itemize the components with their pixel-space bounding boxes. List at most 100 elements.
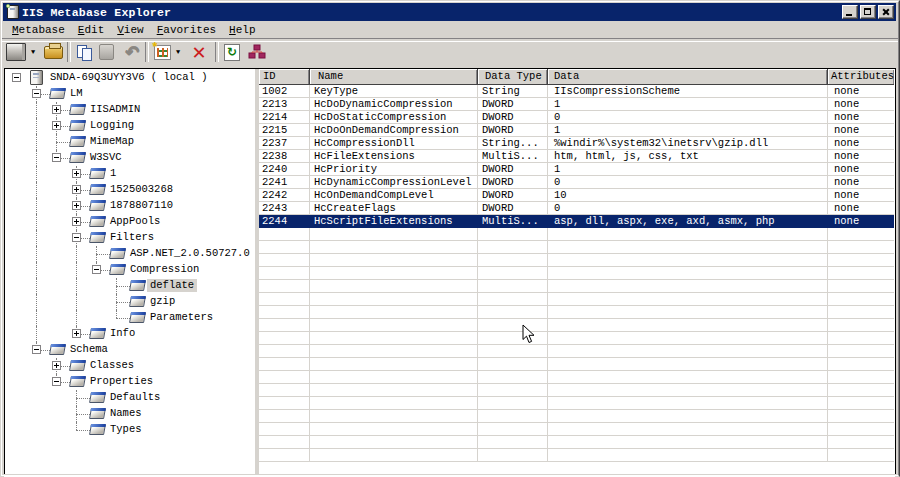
tree-node-gzip[interactable]: gzip — [5, 294, 255, 310]
cell — [310, 319, 478, 332]
expander-plus[interactable] — [52, 105, 61, 114]
key-icon — [69, 104, 86, 115]
cell — [259, 397, 310, 410]
menu-help[interactable]: Help — [229, 24, 255, 36]
table-row[interactable]: 2240HcPriorityDWORD1none — [259, 163, 894, 176]
tree-node-iisadmin[interactable]: IISADMIN — [5, 102, 255, 118]
tree-node-asp-net-2-0-50727-0[interactable]: ASP.NET_2.0.50727.0 — [5, 246, 255, 262]
tree-node-1878807110[interactable]: 1878807110 — [5, 198, 255, 214]
cell — [828, 319, 894, 332]
cell: HcDoDynamicCompression — [310, 98, 478, 111]
tree-node-logging[interactable]: Logging — [5, 118, 255, 134]
tree-node-types[interactable]: Types — [5, 422, 255, 438]
column-header-data[interactable]: Data — [548, 69, 828, 85]
table-empty-row — [259, 449, 894, 462]
column-header-attributes[interactable]: Attributes — [828, 69, 894, 85]
cell: none — [828, 176, 894, 189]
tree-node-compression[interactable]: Compression — [5, 262, 255, 278]
minimize-button[interactable] — [842, 5, 858, 19]
refresh-icon[interactable]: ↻ — [224, 44, 240, 61]
tree-node-apppools[interactable]: AppPools — [5, 214, 255, 230]
table-row[interactable]: 2215HcDoOnDemandCompressionDWORD1none — [259, 124, 894, 137]
tree-node-1[interactable]: 1 — [5, 166, 255, 182]
cell — [478, 345, 548, 358]
table-row[interactable]: 2242HcOnDemandCompLevelDWORD10none — [259, 189, 894, 202]
expander-minus[interactable] — [52, 377, 61, 386]
table-row[interactable]: 2238HcFileExtensionsMultiS...htm, html, … — [259, 150, 894, 163]
tree-node-label: MimeMap — [87, 135, 137, 148]
table-row[interactable]: 2237HcCompressionDllString...%windir%\sy… — [259, 137, 894, 150]
cell — [259, 228, 310, 241]
table-row[interactable]: 2214HcDoStaticCompressionDWORD0none — [259, 111, 894, 124]
column-header-name[interactable]: Name — [310, 69, 478, 85]
tree-node-defaults[interactable]: Defaults — [5, 390, 255, 406]
connect-server-icon[interactable] — [6, 43, 26, 61]
table-row[interactable]: 2241HcDynamicCompressionLevelDWORD0none — [259, 176, 894, 189]
new-record-dropdown-icon[interactable]: ▼ — [173, 48, 183, 56]
key-icon — [69, 152, 86, 163]
cell — [259, 293, 310, 306]
expander-plus[interactable] — [72, 217, 81, 226]
cell — [478, 436, 548, 449]
tree-node-parameters[interactable]: Parameters — [5, 310, 255, 326]
key-icon — [69, 136, 86, 147]
undo-icon[interactable]: ↶ — [123, 42, 141, 62]
tree-node-1525003268[interactable]: 1525003268 — [5, 182, 255, 198]
key-icon — [69, 360, 86, 371]
cell: HcCreateFlags — [310, 202, 478, 215]
menu-view[interactable]: View — [117, 24, 143, 36]
cell — [548, 293, 828, 306]
expander-minus[interactable] — [32, 89, 41, 98]
table-row[interactable]: 2243HcCreateFlagsDWORD0none — [259, 202, 894, 215]
tree-node-info[interactable]: Info — [5, 326, 255, 342]
cell — [828, 384, 894, 397]
tree-node-deflate[interactable]: deflate — [5, 278, 255, 294]
expander-minus[interactable] — [72, 233, 81, 242]
tree-node-label: Properties — [87, 375, 156, 388]
expander-minus[interactable] — [52, 153, 61, 162]
tree-node-properties[interactable]: Properties — [5, 374, 255, 390]
expander-plus[interactable] — [72, 329, 81, 338]
tree-node-schema[interactable]: Schema — [5, 342, 255, 358]
maximize-button[interactable] — [860, 5, 876, 19]
paste-icon[interactable] — [99, 44, 114, 60]
tree-node-snda-69q3uyy3v6-local-[interactable]: SNDA-69Q3UYY3V6 ( local ) — [5, 70, 255, 86]
table-row[interactable]: 2213HcDoDynamicCompressionDWORD1none — [259, 98, 894, 111]
cell: none — [828, 189, 894, 202]
tree-node-mimemap[interactable]: MimeMap — [5, 134, 255, 150]
tree-node-lm[interactable]: LM — [5, 86, 255, 102]
cell — [310, 254, 478, 267]
connect-dropdown-icon[interactable]: ▼ — [28, 48, 38, 56]
cell — [259, 280, 310, 293]
new-record-icon[interactable] — [154, 45, 171, 60]
close-button[interactable] — [878, 5, 894, 19]
expander-plus[interactable] — [72, 185, 81, 194]
menu-favorites[interactable]: Favorites — [157, 24, 216, 36]
tree-view-icon[interactable] — [248, 44, 266, 61]
export-icon[interactable] — [44, 46, 63, 59]
table-row[interactable]: 1002KeyTypeStringIIsCompressionSchemenon… — [259, 85, 894, 98]
menu-edit[interactable]: Edit — [78, 24, 104, 36]
table-row[interactable]: 2244HcScriptFileExtensionsMultiS...asp, … — [259, 215, 894, 228]
tree-node-w3svc[interactable]: W3SVC — [5, 150, 255, 166]
expander-plus[interactable] — [72, 169, 81, 178]
key-icon — [89, 216, 106, 227]
tree-node-classes[interactable]: Classes — [5, 358, 255, 374]
expander-minus[interactable] — [12, 73, 21, 82]
expander-minus[interactable] — [32, 345, 41, 354]
column-header-id[interactable]: ID — [259, 69, 310, 85]
delete-icon[interactable]: ✕ — [187, 42, 211, 63]
cell: 1 — [548, 124, 828, 137]
copy-icon[interactable] — [76, 44, 93, 61]
expander-plus[interactable] — [52, 361, 61, 370]
expander-minus[interactable] — [92, 265, 101, 274]
expander-plus[interactable] — [52, 121, 61, 130]
menu-metabase[interactable]: Metabase — [12, 24, 65, 36]
cell — [828, 345, 894, 358]
expander-plus[interactable] — [72, 201, 81, 210]
window-title: IIS Metabase Explorer — [22, 6, 171, 19]
column-header-data-type[interactable]: Data Type — [478, 69, 548, 85]
tree-node-names[interactable]: Names — [5, 406, 255, 422]
tree-node-filters[interactable]: Filters — [5, 230, 255, 246]
title-bar[interactable]: IIS Metabase Explorer — [3, 3, 896, 21]
